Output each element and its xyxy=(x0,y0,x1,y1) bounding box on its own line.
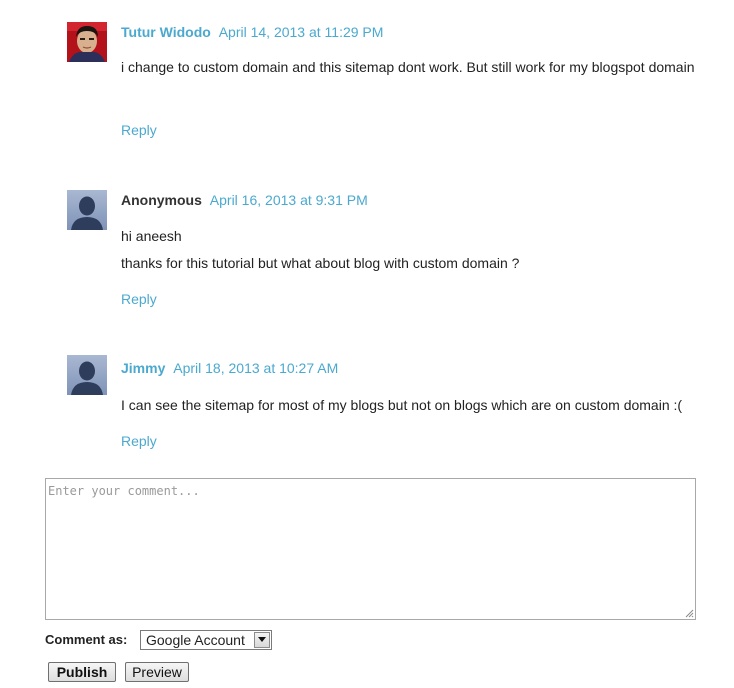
comment-header: Anonymous April 16, 2013 at 9:31 PM xyxy=(121,190,368,210)
chevron-down-icon xyxy=(258,637,266,642)
comment-body: i change to custom domain and this sitem… xyxy=(121,54,717,81)
comment-timestamp[interactable]: April 14, 2013 at 11:29 PM xyxy=(219,24,384,40)
dropdown-button[interactable] xyxy=(254,632,270,648)
reply-link[interactable]: Reply xyxy=(121,431,157,451)
avatar[interactable] xyxy=(67,355,107,395)
user-photo-icon xyxy=(67,22,107,62)
comment-text: i change to custom domain and this sitem… xyxy=(121,59,695,75)
comment-text: thanks for this tutorial but what about … xyxy=(121,255,520,271)
comment-header: Tutur Widodo April 14, 2013 at 11:29 PM xyxy=(121,22,383,42)
default-user-icon xyxy=(67,355,107,395)
comment-as-label: Comment as: xyxy=(45,632,128,647)
reply-link[interactable]: Reply xyxy=(121,120,157,140)
comment-header: Jimmy April 18, 2013 at 10:27 AM xyxy=(121,358,338,378)
comment-author: Anonymous xyxy=(121,192,202,208)
preview-button[interactable]: Preview xyxy=(125,662,189,682)
comment-timestamp[interactable]: April 16, 2013 at 9:31 PM xyxy=(210,192,368,208)
publish-button[interactable]: Publish xyxy=(48,662,116,682)
comment-text: hi aneesh xyxy=(121,228,182,244)
resize-grip-icon[interactable] xyxy=(684,608,694,618)
comment-author[interactable]: Tutur Widodo xyxy=(121,24,211,40)
comment-text: I can see the sitemap for most of my blo… xyxy=(121,397,683,413)
avatar[interactable] xyxy=(67,22,107,62)
comment-body: hi aneesh thanks for this tutorial but w… xyxy=(121,223,717,277)
comment-input[interactable] xyxy=(45,478,696,620)
comment-as-value: Google Account xyxy=(146,632,245,648)
comment-author[interactable]: Jimmy xyxy=(121,360,165,376)
reply-link[interactable]: Reply xyxy=(121,289,157,309)
default-user-icon xyxy=(67,190,107,230)
comment-as-select[interactable]: Google Account xyxy=(140,630,272,650)
comment-body: I can see the sitemap for most of my blo… xyxy=(121,392,717,419)
comment-timestamp[interactable]: April 18, 2013 at 10:27 AM xyxy=(173,360,338,376)
avatar[interactable] xyxy=(67,190,107,230)
